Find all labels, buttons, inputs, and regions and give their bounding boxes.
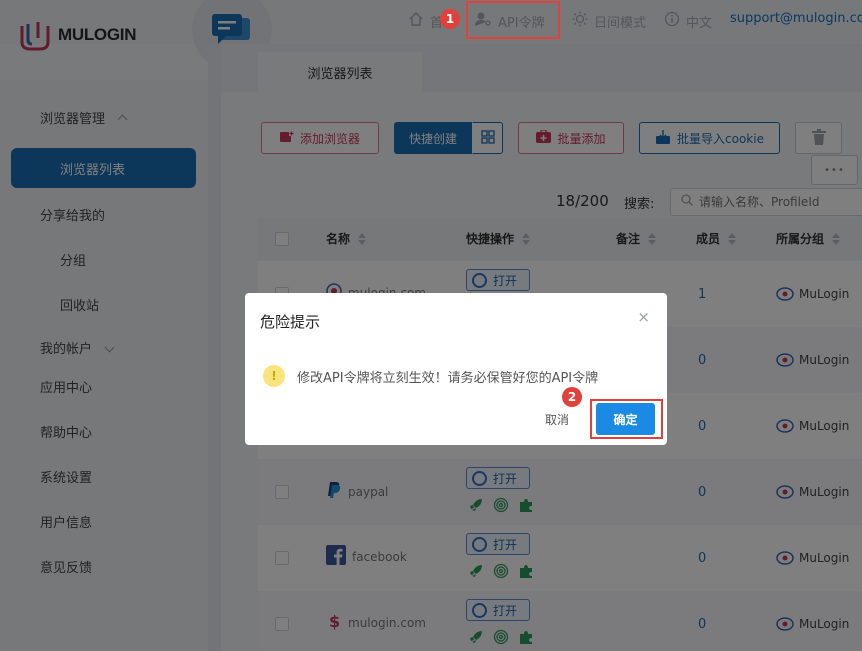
step2-badge: 2 <box>562 387 582 407</box>
dialog-title: 危险提示 <box>260 313 321 331</box>
cancel-button[interactable]: 取消 <box>545 411 569 428</box>
confirm-button[interactable]: 确定 <box>596 403 655 435</box>
dialog-message: ! 修改API令牌将立刻生效！请务必保管好您的API令牌 <box>263 365 598 387</box>
close-icon[interactable]: × <box>637 308 650 326</box>
warning-icon: ! <box>263 365 285 387</box>
danger-dialog: 危险提示 × ! 修改API令牌将立刻生效！请务必保管好您的API令牌 取消 确… <box>245 293 667 445</box>
step1-badge: 1 <box>440 9 460 29</box>
dialog-message-text: 修改API令牌将立刻生效！请务必保管好您的API令牌 <box>297 370 599 386</box>
step1-highlight-box <box>466 1 560 39</box>
